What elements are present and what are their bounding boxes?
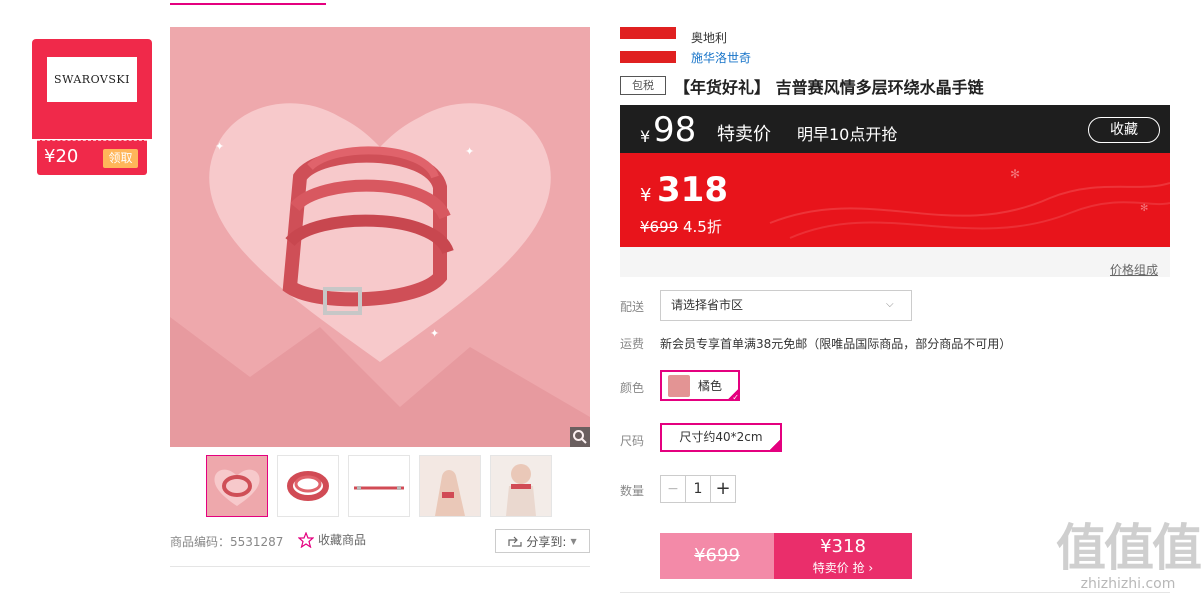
origin-country: 奥地利 — [691, 31, 728, 45]
svg-text:✦: ✦ — [430, 327, 439, 340]
color-option-label: 橘色 — [698, 379, 723, 393]
favorite-product-link[interactable]: 收藏商品 — [298, 531, 366, 548]
austria-flag-icon — [620, 27, 676, 63]
current-price: 318 — [657, 170, 728, 210]
zoom-button[interactable] — [570, 427, 590, 447]
buy-price: ¥318 — [820, 536, 866, 557]
product-title: 【年货好礼】 吉普赛风情多层环绕水晶手链 — [674, 78, 984, 97]
thumbnail-1[interactable] — [206, 455, 268, 517]
promo-start-time: 明早10点开抢 — [797, 125, 898, 144]
thumbnail-2[interactable] — [277, 455, 339, 517]
svg-text:✦: ✦ — [465, 145, 474, 158]
watermark-url: zhizhizhi.com — [1080, 576, 1176, 592]
favorite-label: 收藏商品 — [318, 533, 367, 547]
thumbnail-5[interactable] — [490, 455, 552, 517]
quantity-increase-button[interactable]: + — [710, 476, 735, 502]
thumbnail-3[interactable] — [348, 455, 410, 517]
promo-currency: ¥ — [640, 127, 651, 146]
thumbnail-4[interactable] — [419, 455, 481, 517]
quantity-decrease-button[interactable]: − — [661, 476, 686, 502]
buy-label: 特卖价 抢 › — [812, 561, 874, 575]
brand-logo[interactable]: SWAROVSKI — [47, 57, 137, 102]
tax-included-badge: 包税 — [620, 76, 666, 95]
divider — [170, 566, 590, 567]
main-product-image[interactable]: ✦ ✦ ✦ — [170, 27, 590, 447]
price-compose-bar — [620, 247, 1170, 277]
price-compose-link[interactable]: 价格组成 — [1110, 261, 1158, 278]
bracelet-heart-image: ✦ ✦ ✦ — [170, 27, 590, 447]
quantity-stepper[interactable]: − 1 + — [660, 475, 736, 503]
color-label: 颜色 — [620, 381, 645, 395]
size-option[interactable]: 尺寸约40*2cm — [660, 423, 782, 453]
chevron-down-icon: ⌵ — [886, 299, 894, 310]
svg-text:✻: ✻ — [1140, 203, 1148, 214]
share-label: 分享到: — [526, 534, 567, 549]
buy-original-price[interactable]: ¥699 — [660, 533, 774, 579]
original-price-line: ¥699 4.5折 — [640, 216, 722, 237]
discount: 4.5折 — [682, 218, 722, 236]
share-icon — [508, 536, 522, 547]
star-icon — [298, 531, 314, 548]
size-option-label: 尺寸约40*2cm — [679, 430, 763, 444]
region-select[interactable]: 请选择省市区 — [660, 290, 912, 321]
collect-button[interactable]: 收藏 — [1088, 117, 1160, 143]
color-option-orange[interactable]: 橘色 — [660, 370, 740, 402]
color-swatch — [668, 374, 690, 397]
check-icon — [768, 428, 782, 453]
freight-label: 运费 — [620, 337, 645, 351]
freight-text: 新会员专享首单满38元免邮（限唯品国际商品，部分商品不可用） — [660, 337, 1012, 351]
promo-label: 特卖价 — [717, 124, 771, 145]
original-price: ¥699 — [640, 218, 679, 236]
shipping-label: 配送 — [620, 300, 645, 314]
svg-text:✦: ✦ — [215, 140, 224, 153]
quantity-label: 数量 — [620, 484, 645, 498]
coupon-value: ¥20 — [44, 146, 79, 167]
quantity-value[interactable]: 1 — [686, 476, 710, 502]
claim-coupon-button[interactable]: 领取 — [103, 149, 138, 168]
magnifier-icon — [573, 430, 587, 444]
product-code: 商品编码：5531287 — [170, 535, 284, 549]
promo-price: 98 — [653, 110, 697, 150]
top-active-tab-line — [170, 3, 326, 5]
check-icon — [726, 387, 740, 402]
chevron-down-icon: ▼ — [570, 536, 577, 546]
watermark-logo: 值值值 — [1056, 519, 1202, 577]
buy-now-button[interactable]: ¥318 特卖价 抢 › — [774, 533, 912, 579]
buy-original-price-text: ¥699 — [694, 545, 740, 566]
watermark: 值值值 zhizhizhi.com — [1053, 520, 1203, 592]
size-label: 尺码 — [620, 434, 645, 448]
divider — [620, 592, 1170, 593]
brand-link[interactable]: 施华洛世奇 — [691, 49, 751, 66]
svg-text:✻: ✻ — [1010, 167, 1020, 181]
share-button[interactable]: 分享到: ▼ — [495, 529, 590, 553]
current-currency: ¥ — [640, 185, 652, 206]
